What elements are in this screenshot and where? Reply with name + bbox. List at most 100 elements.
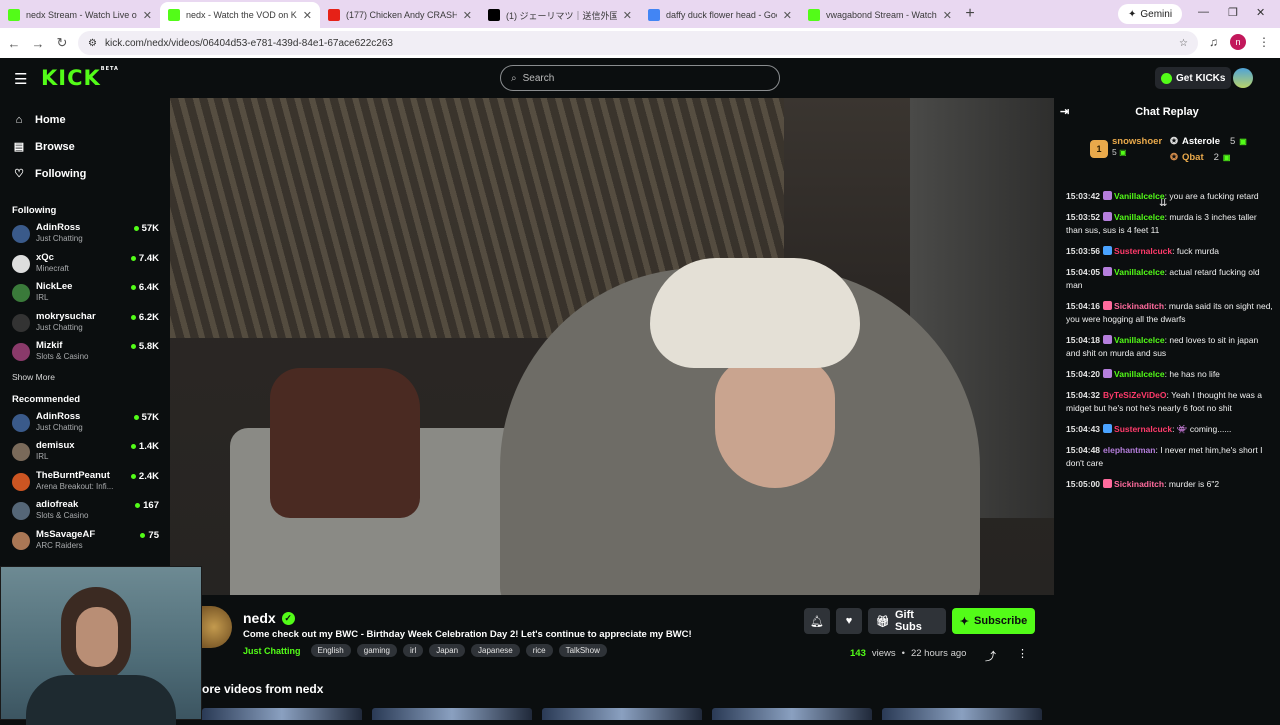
gemini-button[interactable]: ✦ Gemini xyxy=(1118,4,1183,24)
tag-chip[interactable]: gaming xyxy=(356,644,397,657)
category-link[interactable]: Just Chatting xyxy=(243,646,301,656)
tab-title: (177) Chicken Andy CRASHES M xyxy=(346,10,457,20)
chat-username[interactable]: Vanillalcelce xyxy=(1114,191,1165,201)
video-player[interactable] xyxy=(170,98,1054,595)
channel-category: ARC Raiders xyxy=(36,540,83,550)
live-dot-icon xyxy=(130,344,136,349)
video-thumbnail[interactable] xyxy=(372,708,532,720)
address-bar[interactable]: ⚙ kick.com/nedx/videos/06404d53-e781-439… xyxy=(78,31,1198,55)
chat-message: 15:05:00 Sickinaditch: murder is 6"2 xyxy=(1066,479,1220,489)
chat-username[interactable]: ByTeSiZeViDeO xyxy=(1103,390,1166,400)
chat-username[interactable]: Vanillalcelce xyxy=(1114,267,1165,277)
chat-username[interactable]: Susternalcuck xyxy=(1114,424,1172,434)
video-thumbnail[interactable] xyxy=(202,708,362,720)
message-text: murder is 6"2 xyxy=(1168,479,1220,489)
home-icon: ⌂ xyxy=(15,113,23,126)
user-badge-icon xyxy=(1103,479,1113,488)
message-text: 👾 coming...... xyxy=(1176,424,1232,434)
tag-chip[interactable]: Japanese xyxy=(471,644,520,657)
reload-icon[interactable]: ↻ xyxy=(52,35,72,51)
notification-bell-button[interactable]: 🔔︎ xyxy=(804,608,830,634)
video-thumbnail[interactable] xyxy=(882,708,1042,720)
chat-username[interactable]: Vanillalcelce xyxy=(1114,335,1165,345)
chat-title: Chat Replay xyxy=(1135,106,1199,118)
tab-close-icon[interactable]: ✕ xyxy=(943,9,952,22)
chat-username[interactable]: Sickinaditch xyxy=(1114,479,1164,489)
forward-icon[interactable]: → xyxy=(28,36,48,51)
browser-tab[interactable]: (1) ジェーリマツ｜送信外国人枠 ✕ xyxy=(480,3,640,27)
leader-name[interactable]: snowshoer xyxy=(1112,136,1162,147)
sidebar-channel[interactable]: mokrysuchar Just Chatting 6.2K xyxy=(0,309,170,339)
chat-username[interactable]: Vanillalcelce xyxy=(1114,212,1165,222)
user-badge-icon xyxy=(1103,424,1113,433)
url-text: kick.com/nedx/videos/06404d53-e781-439d-… xyxy=(104,37,393,49)
browser-menu-icon[interactable]: ⋮ xyxy=(1258,35,1270,49)
media-control-icon[interactable]: ♫ xyxy=(1209,35,1218,49)
tag-chip[interactable]: Japan xyxy=(429,644,466,657)
user-avatar[interactable] xyxy=(1233,68,1253,88)
restore-icon[interactable]: ❐ xyxy=(1228,6,1238,19)
tag-chip[interactable]: rice xyxy=(525,644,553,657)
sidebar-channel[interactable]: NickLee IRL 6.4K xyxy=(0,279,170,309)
bookmark-star-icon[interactable]: ☆ xyxy=(1179,38,1188,49)
browser-tab[interactable]: (177) Chicken Andy CRASHES M ✕ xyxy=(320,3,480,27)
sidebar-channel[interactable]: AdinRoss Just Chatting 57K xyxy=(0,220,170,250)
tab-close-icon[interactable]: ✕ xyxy=(143,9,152,22)
video-thumbnail[interactable] xyxy=(712,708,872,720)
sidebar-nav-browse[interactable]: ▤ Browse xyxy=(0,133,170,160)
browser-tab[interactable]: daffy duck flower head - Googl ✕ xyxy=(640,3,800,27)
message-text: he has no life xyxy=(1169,369,1220,379)
minimize-icon[interactable]: — xyxy=(1198,6,1209,18)
tab-close-icon[interactable]: ✕ xyxy=(303,9,312,22)
back-icon[interactable]: ← xyxy=(4,36,24,51)
sidebar-nav-home[interactable]: ⌂ Home xyxy=(0,106,170,133)
subscribe-button[interactable]: ✦ Subscribe xyxy=(952,608,1035,634)
browser-tab[interactable]: vwagabond Stream - Watch Liv ✕ xyxy=(800,3,960,27)
share-icon[interactable]: ⤴ xyxy=(985,648,996,664)
sidebar-channel[interactable]: demisux IRL 1.4K xyxy=(0,438,170,468)
channel-avatar[interactable] xyxy=(202,606,232,648)
get-kicks-button[interactable]: Get KICKs xyxy=(1155,67,1232,89)
tag-chip[interactable]: irl xyxy=(403,644,424,657)
new-tab-icon[interactable]: + xyxy=(960,5,980,23)
leader-name[interactable]: Asterole xyxy=(1182,136,1220,147)
kick-logo[interactable]: KICKBETA xyxy=(41,66,119,90)
search-input[interactable]: ⌕ Search xyxy=(500,65,780,91)
sidebar-nav-following[interactable]: ♡ Following xyxy=(0,160,170,187)
sidebar-channel[interactable]: adiofreak Slots & Casino 167 xyxy=(0,497,170,527)
tag-chip[interactable]: TalkShow xyxy=(558,644,607,657)
sidebar-channel[interactable]: TheBurntPeanut Arena Breakout: Infi... 2.4… xyxy=(0,468,170,498)
chat-username[interactable]: Sickinaditch xyxy=(1114,301,1164,311)
menu-icon[interactable]: ☰ xyxy=(14,70,27,88)
tab-title: (1) ジェーリマツ｜送信外国人枠 xyxy=(506,10,617,21)
gift-subs-button[interactable]: 🎁︎ Gift Subs xyxy=(868,608,946,634)
user-badge-icon xyxy=(1103,212,1113,221)
tag-chip[interactable]: English xyxy=(310,644,351,657)
site-info-icon[interactable]: ⚙ xyxy=(88,38,97,49)
profile-avatar[interactable]: n xyxy=(1230,34,1246,50)
sidebar-channel[interactable]: xQc Minecraft 7.4K xyxy=(0,250,170,280)
sidebar-channel[interactable]: MsSavageAF ARC Raiders 75 xyxy=(0,527,170,557)
sidebar-channel[interactable]: Mizkif Slots & Casino 5.8K xyxy=(0,338,170,368)
video-info: nedx ✓ Come check out my BWC - Birthday W… xyxy=(202,600,1054,720)
video-thumbnail[interactable] xyxy=(542,708,702,720)
browser-tab[interactable]: nedx - Watch the VOD on Ki ✕ xyxy=(160,2,320,28)
live-dot-icon xyxy=(130,285,136,290)
browser-tab[interactable]: nedx Stream - Watch Live on Ki ✕ xyxy=(0,3,160,27)
chat-username[interactable]: Vanillalcelce xyxy=(1114,369,1165,379)
show-more-link[interactable]: Show More xyxy=(0,372,170,382)
sidebar-channel[interactable]: AdinRoss Just Chatting 57K xyxy=(0,409,170,439)
leader-name[interactable]: Qbat xyxy=(1182,152,1204,163)
message-text: fuck murda xyxy=(1176,246,1219,256)
more-options-icon[interactable]: ⋮ xyxy=(1017,647,1028,660)
tab-close-icon[interactable]: ✕ xyxy=(463,9,472,22)
chat-username[interactable]: Susternalcuck xyxy=(1114,246,1172,256)
close-window-icon[interactable]: ✕ xyxy=(1256,6,1265,19)
collapse-chat-icon[interactable]: ⇥ xyxy=(1060,105,1069,118)
channel-name[interactable]: nedx xyxy=(243,610,276,626)
tab-close-icon[interactable]: ✕ xyxy=(783,9,792,22)
tab-close-icon[interactable]: ✕ xyxy=(623,9,632,22)
channel-avatar xyxy=(12,284,30,302)
chat-username[interactable]: elephantman xyxy=(1103,445,1155,455)
follow-heart-button[interactable]: ♥ xyxy=(836,608,862,634)
